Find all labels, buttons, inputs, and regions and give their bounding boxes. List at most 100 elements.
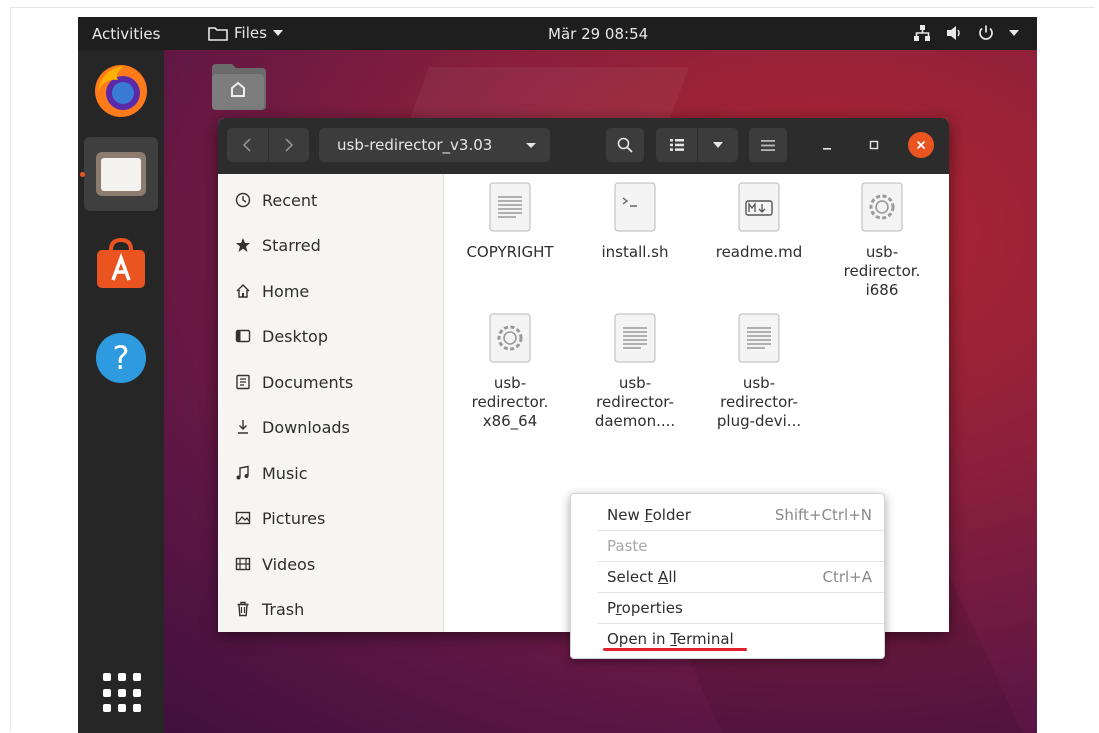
file-item-usb-redirector-i686[interactable]: usb- redirector. i686 bbox=[827, 182, 937, 300]
system-tray[interactable] bbox=[913, 24, 1019, 42]
menu-item-label: Paste bbox=[607, 537, 648, 555]
path-bar-button[interactable]: usb-redirector_v3.03 bbox=[319, 128, 550, 162]
file-name-line: usb- bbox=[493, 374, 527, 392]
sidebar-item-label: Trash bbox=[262, 599, 305, 619]
sidebar-item-label: Downloads bbox=[262, 417, 350, 437]
sidebar-item-documents[interactable]: Documents bbox=[234, 370, 353, 394]
minimize-button[interactable] bbox=[814, 132, 840, 158]
sidebar-item-videos[interactable]: Videos bbox=[234, 552, 315, 576]
top-bar: Activities Files Mär 29 08:54 bbox=[78, 17, 1037, 50]
text-file-icon bbox=[489, 182, 531, 232]
file-name-line: usb- bbox=[618, 374, 652, 392]
help-icon: ? bbox=[96, 333, 146, 383]
close-button[interactable] bbox=[908, 132, 934, 158]
menu-item-label: Open in Terminal bbox=[607, 630, 734, 648]
view-toggle-group bbox=[656, 128, 738, 162]
file-name-line: redirector. bbox=[843, 262, 921, 280]
folder-icon bbox=[208, 27, 228, 41]
menu-item-paste: Paste bbox=[571, 531, 884, 561]
search-icon bbox=[617, 137, 633, 153]
sidebar-item-label: Documents bbox=[262, 372, 354, 392]
sidebar-item-recent[interactable]: Recent bbox=[234, 188, 317, 212]
dock-help[interactable]: ? bbox=[84, 321, 158, 395]
text-file-icon bbox=[614, 313, 656, 363]
forward-button[interactable] bbox=[268, 128, 309, 162]
app-menu-label: Files bbox=[234, 24, 267, 42]
sidebar-item-desktop[interactable]: Desktop bbox=[234, 324, 328, 348]
menu-item-new-folder[interactable]: New Folder Shift+Ctrl+N bbox=[571, 500, 884, 530]
sidebar-item-label: Starred bbox=[262, 235, 321, 255]
file-item-install-sh[interactable]: install.sh bbox=[580, 182, 690, 262]
file-name-line: daemon.... bbox=[594, 412, 676, 430]
hamburger-menu-icon bbox=[761, 139, 775, 151]
menu-item-select-all[interactable]: Select All Ctrl+A bbox=[571, 562, 884, 592]
file-name-line: usb- bbox=[865, 243, 899, 261]
file-name-line: plug-devi... bbox=[716, 412, 802, 430]
sidebar-item-pictures[interactable]: Pictures bbox=[234, 506, 325, 530]
activities-button[interactable]: Activities bbox=[92, 25, 160, 43]
running-indicator bbox=[80, 172, 85, 177]
videos-icon bbox=[234, 555, 252, 573]
app-menu-files[interactable]: Files bbox=[208, 24, 283, 42]
menu-item-label: Select All bbox=[607, 568, 677, 586]
caret-down-icon bbox=[272, 30, 283, 36]
file-name-line: i686 bbox=[865, 281, 899, 299]
list-view-button[interactable] bbox=[656, 128, 697, 162]
file-name-line: redirector- bbox=[720, 393, 798, 411]
sidebar-item-trash[interactable]: Trash bbox=[234, 597, 304, 621]
executable-file-icon bbox=[861, 182, 903, 232]
close-icon bbox=[916, 140, 926, 150]
clock-icon bbox=[234, 191, 252, 209]
highlight-underline bbox=[603, 648, 747, 651]
sidebar-item-starred[interactable]: Starred bbox=[234, 233, 321, 257]
desktop-home-icon[interactable] bbox=[210, 62, 266, 112]
dock-files[interactable] bbox=[84, 137, 158, 211]
pictures-icon bbox=[234, 509, 252, 527]
file-item-usb-redirector-x86-64[interactable]: usb- redirector. x86_64 bbox=[455, 313, 565, 431]
list-view-icon bbox=[669, 139, 684, 151]
sidebar-item-label: Videos bbox=[262, 554, 316, 574]
current-folder-name: usb-redirector_v3.03 bbox=[337, 136, 493, 154]
caret-down-icon bbox=[713, 142, 723, 148]
frame-border-top bbox=[10, 7, 1095, 8]
caret-down-icon bbox=[526, 143, 536, 148]
sidebar-item-downloads[interactable]: Downloads bbox=[234, 415, 350, 439]
caret-down-icon bbox=[1009, 30, 1019, 36]
sidebar-item-label: Recent bbox=[262, 190, 318, 210]
documents-icon bbox=[234, 373, 252, 391]
chevron-right-icon bbox=[285, 138, 293, 152]
file-item-usb-redirector-plug-device[interactable]: usb- redirector- plug-devi... bbox=[704, 313, 814, 431]
files-app-icon bbox=[96, 152, 146, 196]
file-item-copyright[interactable]: COPYRIGHT bbox=[455, 182, 565, 262]
file-item-readme-md[interactable]: readme.md bbox=[704, 182, 814, 262]
svg-text:?: ? bbox=[113, 339, 130, 377]
view-options-button[interactable] bbox=[698, 128, 738, 162]
show-applications-button[interactable] bbox=[103, 673, 143, 713]
file-name-line: redirector- bbox=[596, 393, 674, 411]
dock-software[interactable] bbox=[84, 227, 158, 301]
sidebar-item-music[interactable]: Music bbox=[234, 461, 308, 485]
maximize-button[interactable] bbox=[861, 132, 887, 158]
star-icon bbox=[234, 236, 252, 254]
dock: ? bbox=[78, 50, 164, 733]
keyboard-shortcut: Ctrl+A bbox=[822, 568, 872, 586]
search-button[interactable] bbox=[606, 128, 644, 162]
sidebar-item-home[interactable]: Home bbox=[234, 279, 309, 303]
power-icon bbox=[979, 25, 993, 40]
keyboard-shortcut: Shift+Ctrl+N bbox=[774, 506, 872, 524]
dock-firefox[interactable] bbox=[84, 53, 158, 127]
file-item-usb-redirector-daemon[interactable]: usb- redirector- daemon.... bbox=[580, 313, 690, 431]
menu-item-properties[interactable]: Properties bbox=[571, 593, 884, 623]
clock[interactable]: Mär 29 08:54 bbox=[548, 25, 648, 43]
file-name: install.sh bbox=[601, 243, 669, 261]
maximize-icon bbox=[869, 140, 879, 150]
places-sidebar: Recent Starred Home Desktop Documents Do… bbox=[218, 174, 444, 632]
executable-file-icon bbox=[489, 313, 531, 363]
home-icon bbox=[234, 282, 252, 300]
file-name: COPYRIGHT bbox=[466, 243, 554, 261]
network-icon bbox=[914, 25, 930, 41]
sidebar-item-label: Music bbox=[262, 463, 308, 483]
menu-button[interactable] bbox=[749, 128, 787, 162]
back-button[interactable] bbox=[227, 128, 268, 162]
desktop-icon bbox=[234, 327, 252, 345]
